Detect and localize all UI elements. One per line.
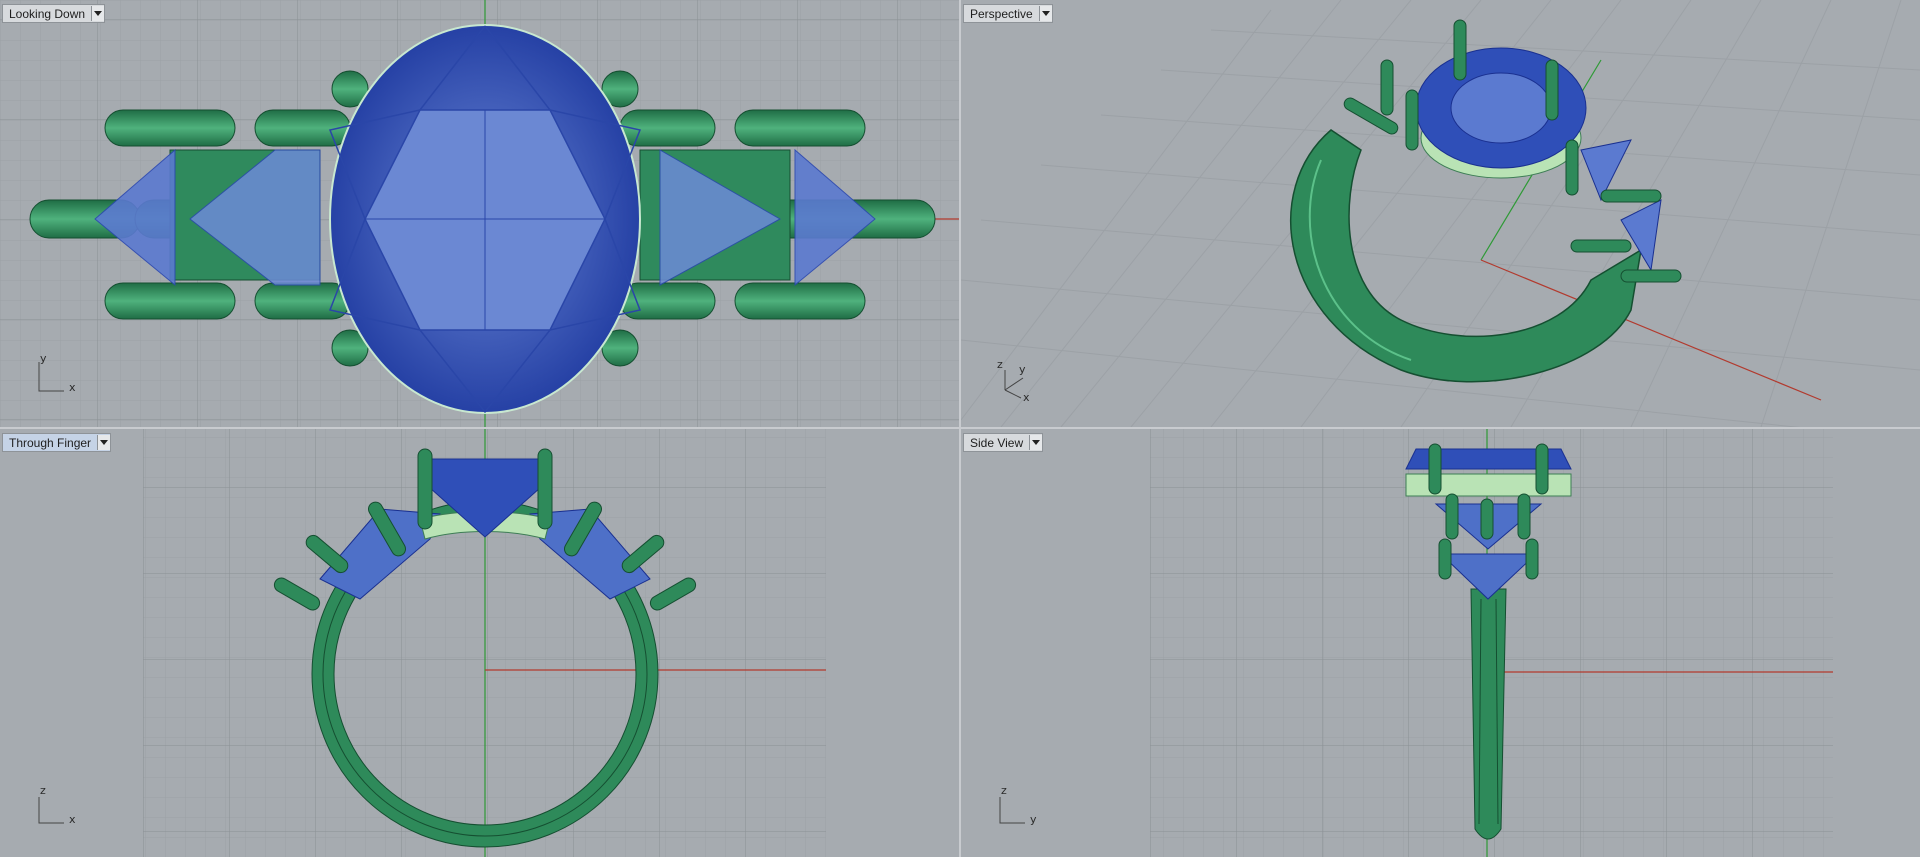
axis-label-y: y	[1030, 813, 1037, 826]
axis-label-z: z	[1001, 784, 1007, 797]
axis-label-x: x	[69, 813, 76, 826]
viewport-through-finger[interactable]: Through Finger z x	[0, 429, 959, 857]
viewport-title-label: Through Finger	[9, 435, 92, 450]
axis-triad-icon: z y x	[997, 358, 1057, 405]
center-gem-top	[328, 24, 642, 414]
viewport-title-looking-down[interactable]: Looking Down	[2, 4, 106, 23]
viewport-canvas-front[interactable]	[0, 429, 959, 857]
chevron-down-icon[interactable]	[91, 6, 105, 21]
chevron-down-icon[interactable]	[97, 435, 111, 450]
axis-label-z: z	[40, 784, 46, 797]
viewport-title-side-view[interactable]: Side View	[963, 433, 1044, 452]
viewport-canvas-perspective[interactable]	[961, 0, 1920, 427]
axis-label-y: y	[40, 352, 47, 365]
chevron-down-icon[interactable]	[1038, 6, 1052, 21]
viewport-title-label: Side View	[970, 435, 1024, 450]
viewport-looking-down[interactable]: Looking Down y x	[0, 0, 959, 427]
viewport-side-view[interactable]: Side View z y	[961, 429, 1920, 857]
axis-triad-icon: y x	[36, 352, 86, 394]
chevron-down-icon[interactable]	[1029, 435, 1043, 450]
viewport-title-label: Perspective	[970, 6, 1033, 21]
axis-label-x: x	[1023, 391, 1030, 404]
viewport-perspective[interactable]: Perspective z y x	[961, 0, 1920, 427]
viewport-title-perspective[interactable]: Perspective	[963, 4, 1053, 23]
viewport-canvas-top[interactable]	[0, 0, 959, 427]
axis-triad-icon: z y	[997, 784, 1047, 827]
viewport-title-through-finger[interactable]: Through Finger	[2, 433, 112, 452]
axis-label-x: x	[69, 381, 76, 394]
viewport-title-label: Looking Down	[9, 6, 86, 21]
axis-label-y: y	[1019, 363, 1026, 376]
axis-label-z: z	[997, 358, 1003, 371]
viewport-canvas-side[interactable]	[961, 429, 1920, 857]
axis-triad-icon: z x	[36, 784, 86, 827]
